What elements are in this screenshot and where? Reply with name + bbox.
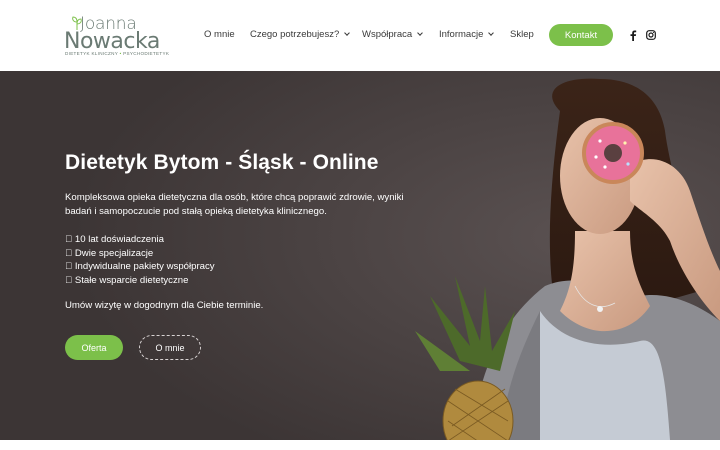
- nav-item-label: Informacje: [439, 29, 484, 40]
- nav-item-czego-potrzebujesz[interactable]: Czego potrzebujesz?: [250, 29, 351, 40]
- contact-button[interactable]: Kontakt: [549, 24, 613, 46]
- offer-button[interactable]: Oferta: [65, 335, 123, 360]
- list-item: 󰄬 Indywidualne pakiety współpracy: [65, 261, 215, 272]
- instagram-icon[interactable]: [645, 29, 657, 41]
- list-item: 󰄬 10 lat doświadczenia: [65, 234, 164, 245]
- hero-description: Kompleksowa opieka dietetyczna dla osób,…: [65, 192, 404, 217]
- hero-section: Dietetyk Bytom - Śląsk - Online Kompleks…: [0, 71, 720, 440]
- nav-item-sklep[interactable]: Sklep: [510, 29, 534, 40]
- nav-item-label: Sklep: [510, 29, 534, 40]
- facebook-icon-glyph: [630, 30, 637, 41]
- list-item: 󰄬 Dwie specjalizacje: [65, 247, 154, 259]
- hero-title: Dietetyk Bytom - Śląsk - Online: [65, 151, 379, 174]
- site-header: Joanna Nowacka DIETETYK KLINICZNY • PSYC…: [0, 0, 720, 71]
- chevron-down-icon: [417, 30, 424, 36]
- section-divider: [0, 440, 720, 450]
- logo-subtitle: DIETETYK KLINICZNY • PSYCHODIETETYK: [65, 51, 169, 56]
- facebook-icon[interactable]: [627, 29, 639, 41]
- nav-item-label: Współpraca: [362, 29, 413, 40]
- instagram-icon-glyph: [646, 30, 656, 40]
- nav-item-wspolpraca[interactable]: Współpraca: [362, 29, 424, 40]
- chevron-down-icon: [344, 30, 351, 36]
- list-item: 󰄬 Stałe wsparcie dietetyczne: [65, 274, 189, 286]
- chevron-down-icon: [488, 30, 495, 36]
- hero-feature-list: 󰄬 10 lat doświadczenia 󰄬 Dwie specjaliza…: [65, 233, 215, 287]
- nav-item-label: O mnie: [204, 29, 235, 40]
- nav-item-o-mnie[interactable]: O mnie: [204, 29, 235, 40]
- logo-subtitle-left: DIETETYK KLINICZNY: [65, 51, 119, 56]
- logo-subtitle-separator: •: [119, 51, 122, 56]
- logo[interactable]: Joanna Nowacka DIETETYK KLINICZNY • PSYC…: [64, 14, 169, 58]
- nav-item-informacje[interactable]: Informacje: [439, 29, 495, 40]
- hero-cta-text: Umów wizytę w dogodnym dla Ciebie termin…: [65, 300, 264, 311]
- nav-item-label: Czego potrzebujesz?: [250, 29, 340, 40]
- about-button[interactable]: O mnie: [139, 335, 201, 360]
- logo-subtitle-right: PSYCHODIETETYK: [123, 51, 170, 56]
